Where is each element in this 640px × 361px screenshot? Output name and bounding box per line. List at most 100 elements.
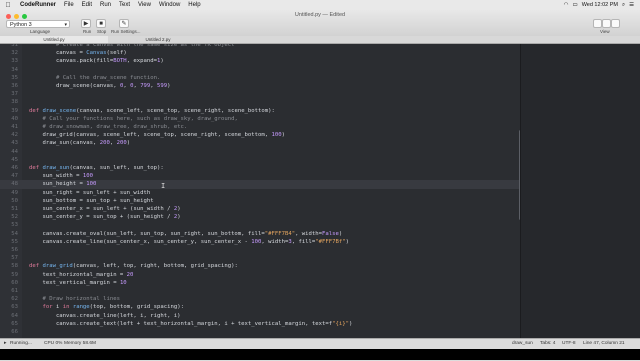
code-text: sun_right = sun_left + sun_width [29, 189, 151, 196]
code-line[interactable]: 38 [0, 98, 520, 106]
code-line[interactable]: 46 def draw_sun(canvas, sun_left, sun_top… [0, 164, 520, 172]
code-line[interactable]: 59 text_horizontal_margin = 20 [0, 271, 520, 279]
code-line[interactable]: 61 [0, 287, 520, 295]
code-line[interactable]: 43 draw_sun(canvas, 200, 200) [0, 139, 520, 147]
tab-untitled[interactable]: Untitled.py [0, 36, 108, 43]
code-line[interactable]: 42 draw_grid(canvas, scene_left, scene_t… [0, 131, 520, 139]
status-encoding[interactable]: UTF-8 [562, 339, 576, 349]
line-number: 35 [11, 74, 18, 81]
menu-text[interactable]: Text [115, 2, 134, 8]
code-line[interactable]: 58 def draw_grid(canvas, left, top, right… [0, 262, 520, 270]
code-line[interactable]: 34 [0, 66, 520, 74]
tab-bar: Untitled.py Untitled 2.py [0, 36, 640, 44]
status-position: Line 47, Column 21 [583, 341, 625, 346]
line-number: 50 [11, 197, 18, 204]
notification-icon[interactable]: ☰ [629, 2, 634, 8]
code-line[interactable]: 35 # Call the draw_scene function. [0, 74, 520, 82]
language-select-value: Python 3 [10, 22, 32, 28]
code-line[interactable]: 63 for i in range(top, bottom, grid_spac… [0, 303, 520, 311]
code-line[interactable]: 41 # draw_snowman, draw_tree, draw_shrub… [0, 123, 520, 131]
menu-clock[interactable]: Wed 12:02 PM [582, 2, 618, 8]
code-text: for i in range(top, bottom, grid_spacing… [42, 304, 184, 311]
code-line[interactable]: 54 canvas.create_oval(sun_left, sun_top,… [0, 230, 520, 238]
menu-edit[interactable]: Edit [78, 2, 96, 8]
code-line[interactable]: 32 canvas = Canvas(self) [0, 49, 520, 57]
run-button[interactable]: ▶ [81, 19, 91, 28]
code-line[interactable]: 52 sun_center_y = sun_top + (sun_height … [0, 213, 520, 221]
code-line[interactable]: 66 [0, 328, 520, 336]
code-text: sun_width = 100 [29, 173, 93, 180]
search-icon[interactable]: ⌕ [622, 2, 625, 9]
code-line[interactable]: 56 [0, 246, 520, 254]
status-tabs[interactable]: Tabs: 4 [540, 339, 555, 349]
line-number: 33 [11, 58, 18, 65]
line-number: 57 [11, 255, 18, 262]
code-line[interactable]: 57 [0, 254, 520, 262]
code-line[interactable]: 36 draw_scene(canvas, 0, 0, 799, 599) [0, 82, 520, 90]
output-panel[interactable] [520, 44, 640, 338]
chevron-down-icon: ▾ [64, 22, 67, 28]
line-number: 36 [11, 83, 18, 89]
code-line[interactable]: 60 text_vertical_margin = 10 [0, 279, 520, 287]
menu-file[interactable]: File [60, 2, 78, 8]
code-editor[interactable]: 31 # Create a Canvas with the same size … [0, 44, 520, 338]
line-number: 44 [11, 148, 18, 155]
wrench-icon: ✎ [121, 21, 127, 27]
code-text: # Draw horizontal lines [42, 296, 120, 303]
code-text: canvas.create_line(sun_center_x, sun_cen… [29, 238, 349, 245]
code-line[interactable]: 45 [0, 156, 520, 164]
view-left-button[interactable] [593, 19, 602, 28]
line-number: 37 [11, 91, 18, 98]
wifi-icon[interactable]: ◠ [564, 2, 569, 8]
code-line[interactable]: 39 def draw_scene(canvas, scene_left, sce… [0, 107, 520, 115]
menu-help[interactable]: Help [184, 2, 204, 8]
stop-button[interactable]: ■ [96, 19, 106, 28]
tab-untitled-2[interactable]: Untitled 2.py [108, 36, 208, 43]
line-number: 61 [11, 288, 18, 294]
menu-window[interactable]: Window [155, 2, 184, 8]
menu-view[interactable]: View [134, 2, 155, 8]
code-text: # Call your functions here, such as draw… [42, 115, 238, 122]
code-line[interactable]: 48 sun_height = 100 [0, 180, 520, 189]
video-letterbox [0, 349, 640, 360]
line-number: 62 [11, 296, 18, 303]
code-line[interactable]: 50 sun_bottom = sun_top + sun_height [0, 197, 520, 205]
view-label: View [600, 29, 610, 34]
code-line[interactable]: 53 [0, 221, 520, 229]
code-line[interactable]: 33 canvas.pack(fill=BOTH, expand=1) [0, 57, 520, 65]
line-number: 42 [11, 132, 18, 139]
code-line[interactable]: 44 [0, 148, 520, 156]
language-select[interactable]: Python 3 ▾ [6, 20, 70, 28]
line-number: 58 [11, 263, 18, 270]
status-function[interactable]: draw_sun [512, 339, 533, 349]
line-number: 55 [11, 238, 18, 245]
view-right-button[interactable] [611, 19, 620, 28]
status-running: Running... [10, 341, 32, 346]
code-line[interactable]: 47 sun_width = 100 [0, 172, 520, 180]
code-text: canvas.create_oval(sun_left, sun_top, su… [29, 230, 343, 237]
menu-extras: ◠ ▭ Wed 12:02 PM ⌕ ☰ [564, 2, 640, 9]
code-text: def draw_sun(canvas, sun_left, sun_top): [29, 165, 164, 171]
code-line[interactable]: 40 # Call your functions here, such as d… [0, 115, 520, 123]
code-line[interactable]: 64 canvas.create_line(left, i, right, i) [0, 312, 520, 320]
view-bottom-button[interactable] [602, 19, 611, 28]
code-line[interactable]: 62 # Draw horizontal lines [0, 295, 520, 303]
line-number: 64 [11, 312, 18, 319]
battery-icon[interactable]: ▭ [572, 2, 577, 8]
menu-run[interactable]: Run [96, 2, 115, 8]
apple-menu-icon[interactable]:  [0, 2, 16, 9]
code-text: sun_center_y = sun_top + (sun_height / 2… [29, 214, 181, 221]
code-line[interactable]: 55 canvas.create_line(sun_center_x, sun_… [0, 238, 520, 246]
text-cursor-icon: I [161, 182, 166, 190]
line-number: 32 [11, 50, 18, 57]
code-line[interactable]: 49 sun_right = sun_left + sun_width [0, 189, 520, 197]
code-line[interactable]: 65 canvas.create_text(left + text_horizo… [0, 320, 520, 328]
code-line[interactable]: 51 sun_center_x = sun_left + (sun_width … [0, 205, 520, 213]
menu-app[interactable]: CodeRunner [16, 2, 60, 8]
line-number: 60 [11, 279, 18, 286]
code-line[interactable]: 37 [0, 90, 520, 98]
run-label: Run [83, 29, 92, 34]
run-settings-button[interactable]: ✎ [119, 19, 129, 28]
line-number: 65 [11, 320, 18, 327]
status-running-icon: ▸ [4, 341, 7, 346]
